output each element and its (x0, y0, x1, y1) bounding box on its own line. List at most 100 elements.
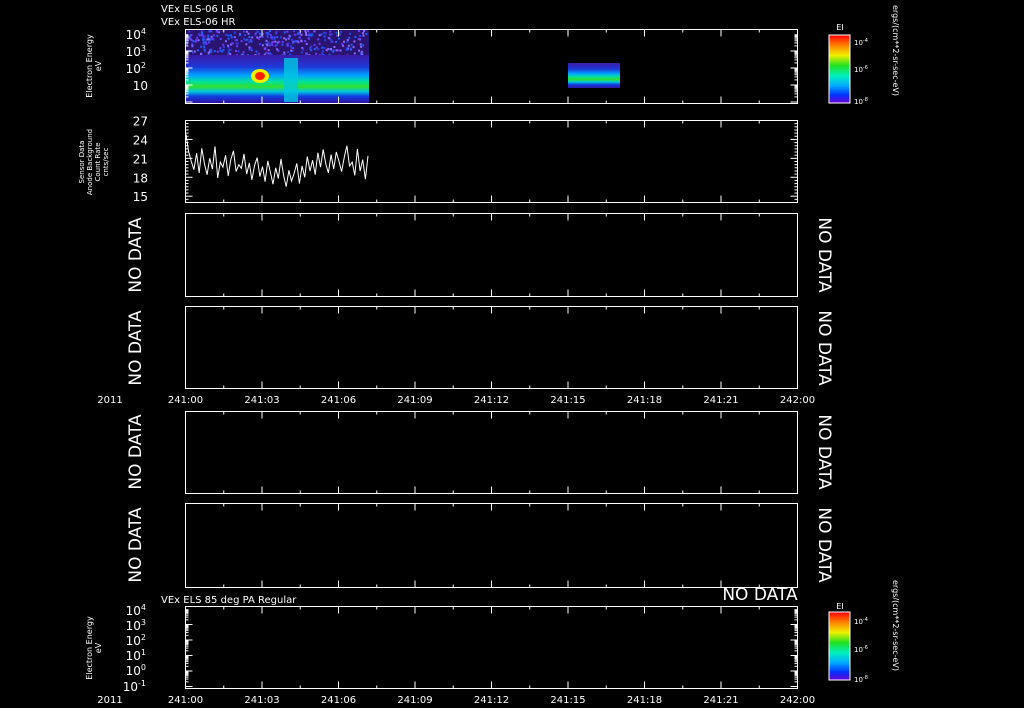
panel-5-frame (185, 411, 798, 494)
colorbar-2: EI 10-4 10-6 10-8 ergs/(cm**2-sr-sec-eV) (828, 580, 900, 684)
spectrogram-pixel (256, 36, 259, 39)
spectrogram-pixel (265, 32, 268, 35)
spectrogram-pixel (200, 45, 203, 48)
spectrogram-pixel (286, 43, 289, 46)
spectrogram-pixel (330, 38, 333, 41)
spectrogram-pixel (317, 48, 320, 51)
spectrogram-pixel (222, 43, 225, 46)
spectrogram-pixel (329, 30, 332, 33)
spectrogram-pixel (287, 37, 290, 40)
spectrogram-pixel (354, 35, 357, 38)
svg-text:102: 102 (126, 633, 146, 648)
time-tick-label: 241:18 (627, 695, 662, 706)
spectrogram-pixel (280, 36, 283, 39)
no-data-panel-7: NO DATA (722, 585, 798, 605)
y-axis-label-sensor-data: Sensor Data (78, 141, 86, 184)
spectrogram-pixel (242, 51, 245, 54)
y-tick-label: 21 (133, 152, 148, 166)
spectrogram-pixel (300, 51, 303, 54)
spectrogram-pixel (307, 37, 310, 40)
spectrogram-pixel (324, 32, 327, 35)
no-data-left-4: NO DATA (126, 310, 146, 386)
time-tick-label: 241:15 (550, 695, 585, 706)
spectrogram-pixel (321, 52, 324, 55)
spectrogram-pixel (346, 38, 349, 41)
spectrogram-pixel (207, 34, 210, 37)
spectrogram-pixel (199, 52, 202, 55)
spectrogram-pixel (246, 38, 249, 41)
spectrogram-pixel (335, 40, 338, 43)
spectrogram-pixel (225, 33, 228, 36)
spectrogram-pixel (321, 50, 324, 53)
spectrogram-pixel (219, 49, 222, 52)
spectrogram-pixel (290, 49, 293, 52)
spectrogram-pixel (207, 51, 210, 54)
spectrogram-pixel (273, 38, 276, 41)
svg-text:Electron Energy: Electron Energy (85, 616, 94, 680)
spectrogram-pixel (270, 41, 273, 44)
spectrogram-pixel (195, 39, 198, 42)
spectrogram-pixel (271, 43, 274, 46)
spectrogram-pixel (305, 52, 308, 55)
y-tick-label: 15 (133, 190, 148, 204)
no-data-left-3: NO DATA (126, 217, 146, 293)
spectrogram-pixel (190, 38, 193, 41)
spectrogram-pixel (216, 34, 219, 37)
y-axis-label-electron-energy: Electron Energy (85, 34, 94, 98)
spectrogram-pixel (336, 34, 339, 37)
spectrogram-pixel (343, 40, 346, 43)
count-rate-line (185, 134, 369, 187)
spectrogram-pixel (362, 44, 365, 47)
spectrogram-pixel (287, 51, 290, 54)
spectrogram-pixel (302, 48, 305, 51)
time-tick-label: 242:00 (780, 395, 815, 406)
spectrogram-pixel (297, 41, 300, 44)
spectrogram-pixel (233, 31, 236, 34)
spectrogram-pixel (318, 34, 321, 37)
spectrogram-pixel (248, 36, 251, 39)
time-tick-label: 241:00 (168, 695, 203, 706)
panel-2-y-axis: 15 18 21 24 27 (133, 115, 798, 204)
colorbar-units: ergs/(cm**2-sr-sec-eV) (891, 580, 900, 671)
spectrogram-pixel (345, 47, 348, 50)
panel-6-frame (185, 503, 798, 588)
spectrogram-pixel (300, 33, 303, 36)
spectrogram-pixel (196, 36, 199, 39)
svg-text:10-4: 10-4 (854, 617, 868, 626)
spectrogram-pixel (259, 43, 262, 46)
chart-canvas: VEx ELS-06 LR VEx ELS-06 HR 104 103 102 … (78, 4, 900, 706)
spectrogram-pixel (308, 32, 311, 35)
spectrogram-pixel (201, 35, 204, 38)
spectrogram-pixel (292, 42, 295, 45)
spectrogram-pixel (210, 35, 213, 38)
spectrogram-pixel (298, 36, 301, 39)
no-data-right-4: NO DATA (814, 310, 834, 386)
spectrogram-pixel (313, 30, 316, 33)
spectrogram-pixel (191, 42, 194, 45)
spectrogram-pixel (188, 30, 191, 33)
spectrogram-pixel (321, 46, 324, 49)
spectrogram-pixel (211, 37, 214, 40)
spectrogram-pixel (191, 44, 194, 47)
svg-text:10-6: 10-6 (854, 645, 868, 654)
time-tick-label: 241:03 (244, 695, 279, 706)
spectrogram-pixel (238, 34, 241, 37)
spectrogram-pixel (203, 50, 206, 53)
spectrogram-pixel (258, 37, 261, 40)
svg-text:103: 103 (126, 618, 146, 633)
spectrogram-pixel (247, 32, 250, 35)
panel-1-y-label: Electron Energy eV (85, 34, 103, 98)
colorbar-gradient (828, 611, 851, 681)
time-axis-2: 241:00 241:03 241:06 241:09 241:12 241:15 241:… (168, 695, 815, 706)
spectrogram-pixel (348, 32, 351, 35)
spectrogram-pixel (328, 37, 331, 40)
spectrogram-pixel (283, 51, 286, 54)
spectrogram-pixel (219, 37, 222, 40)
spectrogram-pixel (325, 49, 328, 52)
spectrogram-pixel (337, 37, 340, 40)
no-data-labels: NO DATA NO DATA NO DATA NO DATA NO DATA … (126, 217, 834, 605)
spectrogram-pixel (210, 51, 213, 54)
spectrogram-pixel (308, 34, 311, 37)
spectrogram-burst (568, 63, 620, 88)
spectrogram-pixel (290, 46, 293, 49)
